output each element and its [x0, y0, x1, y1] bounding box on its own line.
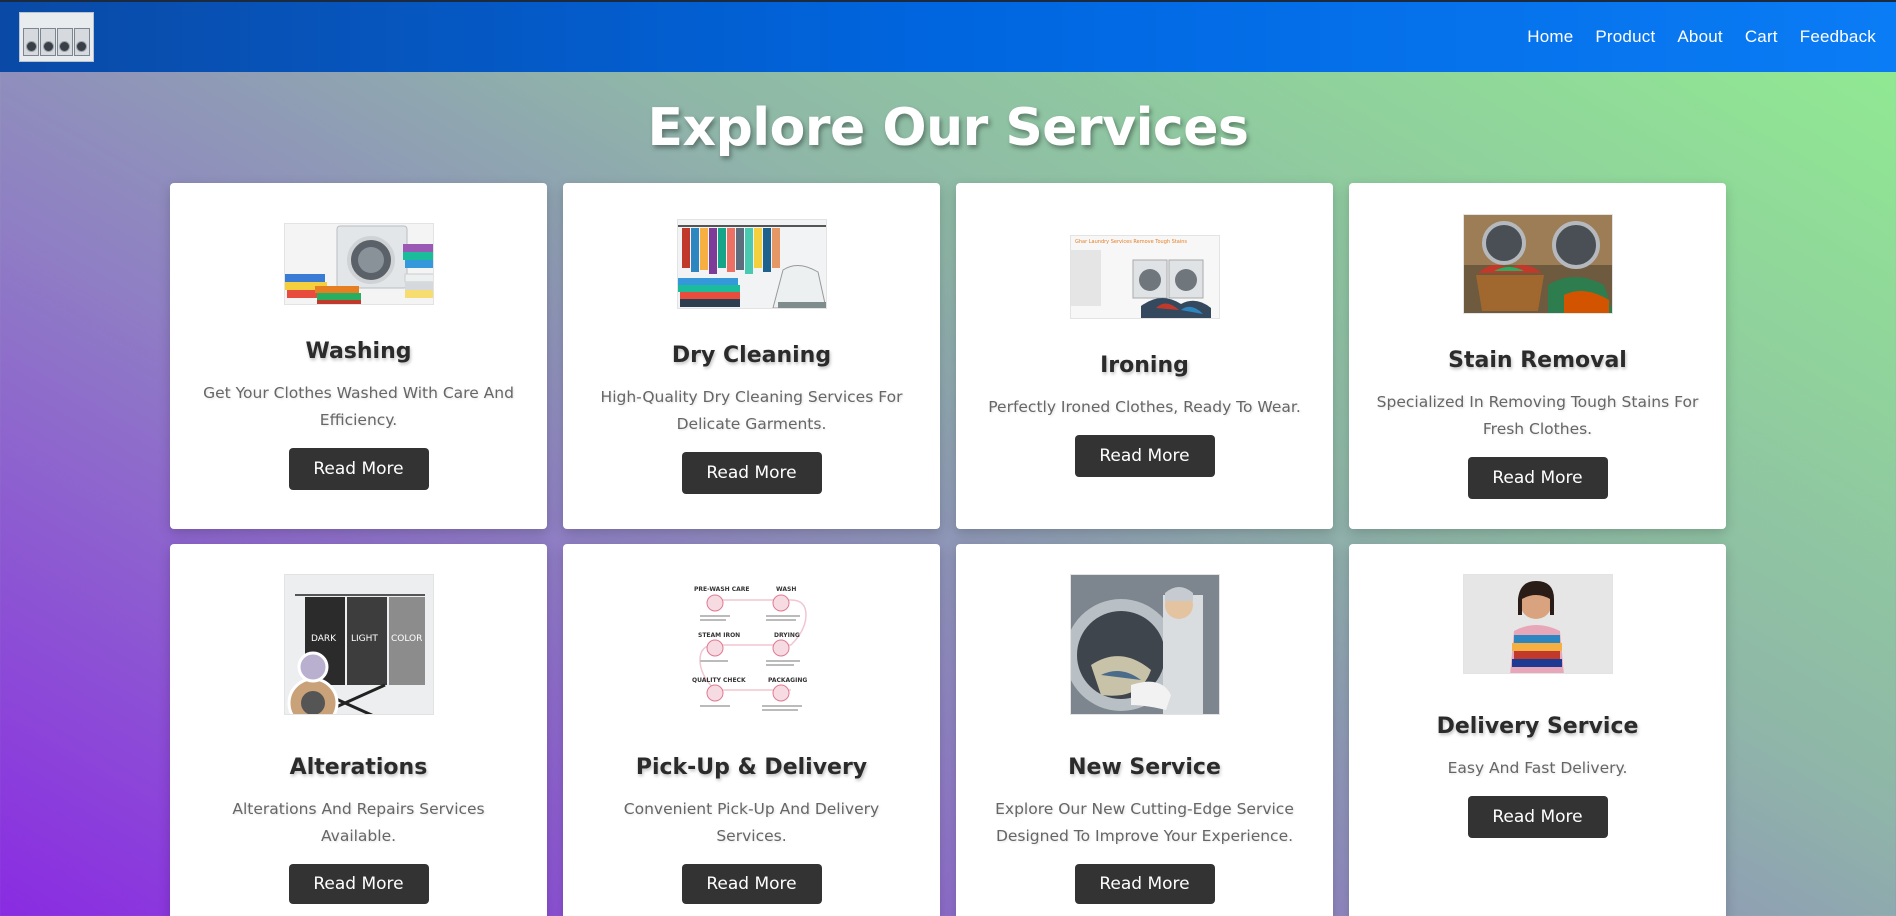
- washer-icon: [40, 28, 57, 56]
- read-more-button[interactable]: Read More: [681, 451, 822, 494]
- infographic-label: QUALITY CHECK: [692, 677, 746, 684]
- service-title: Delivery Service: [1436, 714, 1639, 739]
- service-title: Pick-Up & Delivery: [635, 755, 868, 781]
- read-more-button[interactable]: Read More: [1467, 456, 1608, 499]
- service-card-stain-removal: Stain Removal Specialized In Removing To…: [1349, 183, 1726, 529]
- ironing-banner-text: Ghar Laundry Services Remove Tough Stain…: [1075, 239, 1187, 245]
- service-description: Explore Our New Cutting-Edge Service Des…: [995, 800, 1294, 846]
- read-more-button[interactable]: Read More: [1074, 864, 1215, 904]
- service-description: High-Quality Dry Cleaning Services For D…: [600, 387, 903, 433]
- ironing-image: Ghar Laundry Services Remove Tough Stain…: [1069, 235, 1220, 319]
- infographic-label: PACKAGING: [768, 677, 807, 684]
- service-title: Washing: [305, 338, 412, 364]
- read-more-button[interactable]: Read More: [288, 447, 429, 490]
- delivery-service-image: [1462, 574, 1613, 674]
- service-title: New Service: [1068, 755, 1221, 781]
- service-card-dry-cleaning: Dry Cleaning High-Quality Dry Cleaning S…: [563, 183, 940, 529]
- service-card-ironing: Ghar Laundry Services Remove Tough Stain…: [956, 183, 1333, 529]
- infographic-label: WASH: [776, 586, 796, 593]
- nav-links: Home Product About Cart Feedback: [1505, 27, 1876, 47]
- service-description: Convenient Pick-Up And Delivery Services…: [623, 800, 880, 846]
- read-more-button[interactable]: Read More: [288, 864, 429, 904]
- service-title: Dry Cleaning: [671, 342, 832, 368]
- service-description: Easy And Fast Delivery.: [1447, 759, 1628, 777]
- page-title: Explore Our Services: [647, 98, 1249, 158]
- service-description: Alterations And Repairs Services Availab…: [232, 800, 485, 846]
- service-card-pickup-delivery: PRE-WASH CARE WASH STEAM IRON DRYING QUA…: [563, 544, 940, 916]
- service-card-washing: Washing Get Your Clothes Washed With Car…: [170, 183, 547, 529]
- nav-link-product[interactable]: Product: [1595, 27, 1655, 47]
- read-more-button[interactable]: Read More: [1467, 796, 1608, 838]
- infographic-label: DRYING: [774, 632, 800, 639]
- hamper-label-color: COLOR: [391, 634, 422, 644]
- read-more-button[interactable]: Read More: [681, 864, 822, 904]
- service-description: Specialized In Removing Tough Stains For…: [1376, 392, 1699, 438]
- nav-link-about[interactable]: About: [1677, 27, 1722, 47]
- read-more-button[interactable]: Read More: [1074, 435, 1215, 477]
- pickup-delivery-infographic: PRE-WASH CARE WASH STEAM IRON DRYING QUA…: [676, 574, 827, 716]
- site-logo-icon[interactable]: [19, 12, 94, 62]
- washer-icon: [23, 28, 40, 56]
- nav-link-feedback[interactable]: Feedback: [1800, 27, 1876, 47]
- top-navbar: Home Product About Cart Feedback: [0, 0, 1896, 72]
- new-service-image: [1069, 574, 1220, 716]
- alterations-image: DARK LIGHT COLOR: [283, 574, 434, 716]
- nav-link-cart[interactable]: Cart: [1745, 27, 1778, 47]
- service-title: Ironing: [1100, 353, 1189, 378]
- stain-removal-image: [1462, 213, 1613, 314]
- hamper-label-dark: DARK: [311, 634, 337, 644]
- service-card-new-service: New Service Explore Our New Cutting-Edge…: [956, 544, 1333, 916]
- service-card-alterations: DARK LIGHT COLOR Alterations Alterations…: [170, 544, 547, 916]
- service-description: Perfectly Ironed Clothes, Ready To Wear.: [988, 398, 1301, 416]
- washer-icon: [73, 28, 90, 56]
- infographic-label: STEAM IRON: [698, 632, 740, 639]
- hamper-label-light: LIGHT: [351, 634, 378, 644]
- service-title: Stain Removal: [1448, 347, 1627, 373]
- infographic-label: PRE-WASH CARE: [694, 586, 750, 593]
- services-grid: Washing Get Your Clothes Washed With Car…: [170, 183, 1726, 916]
- service-title: Alterations: [289, 755, 428, 781]
- service-card-delivery-service: Delivery Service Easy And Fast Delivery.…: [1349, 544, 1726, 916]
- washer-icon: [56, 28, 73, 56]
- nav-link-home[interactable]: Home: [1527, 27, 1573, 47]
- dry-cleaning-image: [676, 218, 827, 309]
- washing-image: [283, 222, 434, 305]
- service-description: Get Your Clothes Washed With Care And Ef…: [203, 383, 514, 429]
